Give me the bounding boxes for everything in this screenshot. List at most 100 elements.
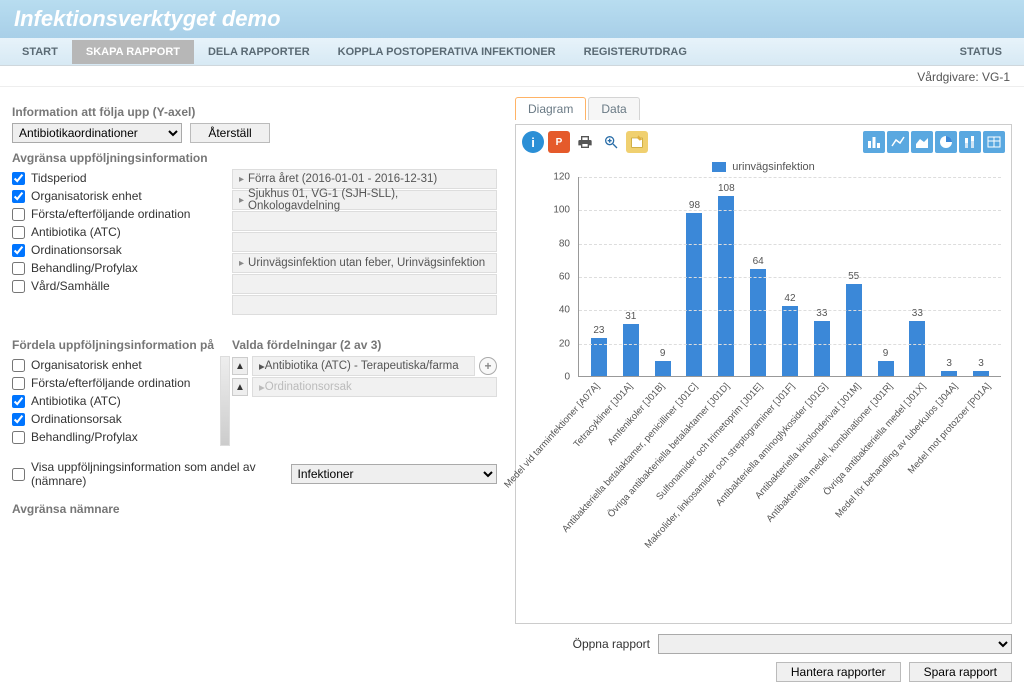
- limit-filter-value[interactable]: ▸: [232, 211, 497, 231]
- nav-dela-rapporter[interactable]: DELA RAPPORTER: [194, 40, 324, 64]
- move-up-icon[interactable]: ▲: [232, 357, 248, 375]
- dist-chosen-header: Valda fördelningar (2 av 3): [232, 338, 497, 352]
- nav-registerutdrag[interactable]: REGISTERUTDRAG: [570, 40, 701, 64]
- note-icon[interactable]: [626, 131, 648, 153]
- limit-filter-value[interactable]: ▸Sjukhus 01, VG-1 (SJH-SLL), Onkologavde…: [232, 190, 497, 210]
- dist-value[interactable]: ▸Ordinationsorsak: [252, 377, 497, 397]
- bar[interactable]: [846, 284, 862, 376]
- x-tick-label: Medel för behandling av tuberkulos [J04A…: [833, 381, 960, 520]
- nav-koppla-postop[interactable]: KOPPLA POSTOPERATIVA INFEKTIONER: [324, 40, 570, 64]
- dist-filter-label: Behandling/Profylax: [31, 430, 138, 444]
- export-ppt-icon[interactable]: P: [548, 131, 570, 153]
- chart-type-pie-icon[interactable]: [935, 131, 957, 153]
- bar[interactable]: [878, 361, 894, 376]
- bar[interactable]: [655, 361, 671, 376]
- limit-filter-checkbox[interactable]: [12, 226, 25, 239]
- bar[interactable]: [623, 324, 639, 376]
- limit-filter-value[interactable]: ▸Förra året (2016-01-01 - 2016-12-31): [232, 169, 497, 189]
- bar[interactable]: [750, 269, 766, 376]
- bar[interactable]: [686, 213, 702, 376]
- dist-value[interactable]: ▸Antibiotika (ATC) - Terapeutiska/farma: [252, 356, 475, 376]
- dist-value-list: ▲▸Antibiotika (ATC) - Terapeutiska/farma…: [232, 356, 497, 446]
- yaxis-select[interactable]: Antibiotikaordinationer: [12, 123, 182, 143]
- app-title: Infektionsverktyget demo: [14, 6, 1010, 32]
- chart-legend: urinvägsinfektion: [522, 161, 1005, 173]
- bar-value-label: 3: [978, 358, 984, 369]
- manage-reports-button[interactable]: Hantera rapporter: [776, 662, 901, 682]
- dist-filter-label: Första/efterföljande ordination: [31, 376, 190, 390]
- nav-start[interactable]: START: [8, 40, 72, 64]
- bar-slot: 33: [901, 321, 933, 376]
- chart-type-table-icon[interactable]: [983, 131, 1005, 153]
- caregiver-label: Vårdgivare: VG-1: [0, 66, 1024, 87]
- yaxis-section-label: Information att följa upp (Y-axel): [12, 105, 497, 119]
- add-dist-icon[interactable]: +: [479, 357, 497, 375]
- bar-slot: 55: [838, 284, 870, 376]
- dist-value-row: ▲▸Antibiotika (ATC) - Terapeutiska/farma…: [232, 356, 497, 376]
- reset-button[interactable]: Återställ: [190, 123, 270, 143]
- dist-filter-checkbox[interactable]: [12, 395, 25, 408]
- dist-filter-row: Ordinationsorsak: [12, 410, 232, 428]
- limit-filter-value[interactable]: ▸: [232, 295, 497, 315]
- chart-type-bar-icon[interactable]: [863, 131, 885, 153]
- limit-filter-checkbox[interactable]: [12, 280, 25, 293]
- limit-value-list: ▸Förra året (2016-01-01 - 2016-12-31)▸Sj…: [232, 169, 497, 316]
- bar[interactable]: [718, 196, 734, 376]
- bar[interactable]: [814, 321, 830, 376]
- app-header: Infektionsverktyget demo: [0, 0, 1024, 38]
- dist-filter-label: Organisatorisk enhet: [31, 358, 142, 372]
- chart-type-stacked-icon[interactable]: [959, 131, 981, 153]
- y-tick: 100: [553, 205, 570, 216]
- bar[interactable]: [941, 371, 957, 376]
- limit-filter-label: Behandling/Profylax: [31, 261, 138, 275]
- move-up-icon[interactable]: ▲: [232, 378, 248, 396]
- limit-filter-value[interactable]: ▸: [232, 232, 497, 252]
- bar[interactable]: [782, 306, 798, 376]
- print-icon[interactable]: [574, 131, 596, 153]
- limit-filter-value-text: Förra året (2016-01-01 - 2016-12-31): [248, 173, 437, 185]
- limit-filter-checkbox[interactable]: [12, 172, 25, 185]
- bar-slot: 3: [933, 371, 965, 376]
- share-checkbox-label: Visa uppföljningsinformation som andel a…: [31, 460, 285, 488]
- limit-filter-checkbox[interactable]: [12, 244, 25, 257]
- limit-filter-value[interactable]: ▸: [232, 274, 497, 294]
- zoom-icon[interactable]: [600, 131, 622, 153]
- limit-filter-checkbox[interactable]: [12, 208, 25, 221]
- dist-filter-row: Organisatorisk enhet: [12, 356, 232, 374]
- open-report-select[interactable]: [658, 634, 1012, 654]
- bar[interactable]: [973, 371, 989, 376]
- dist-filter-row: Första/efterföljande ordination: [12, 374, 232, 392]
- dist-filter-label: Antibiotika (ATC): [31, 394, 121, 408]
- chart-type-area-icon[interactable]: [911, 131, 933, 153]
- limit-filter-value-text: Urinvägsinfektion utan feber, Urinvägsin…: [248, 257, 485, 269]
- limit-filter-checkbox[interactable]: [12, 190, 25, 203]
- dist-filter-checkbox[interactable]: [12, 359, 25, 372]
- bar[interactable]: [909, 321, 925, 376]
- share-checkbox[interactable]: [12, 468, 25, 481]
- scrollbar-hint[interactable]: [220, 356, 230, 446]
- share-select[interactable]: Infektioner: [291, 464, 497, 484]
- limit-filter-checkbox[interactable]: [12, 262, 25, 275]
- dist-filter-checkbox[interactable]: [12, 377, 25, 390]
- left-panel: Information att följa upp (Y-axel) Antib…: [12, 97, 497, 682]
- limit-filter-value[interactable]: ▸Urinvägsinfektion utan feber, Urinvägsi…: [232, 253, 497, 273]
- limit-filter-row: Vård/Samhälle: [12, 277, 232, 295]
- limit-filter-row: Ordinationsorsak: [12, 241, 232, 259]
- limit-header: Avgränsa uppföljningsinformation: [12, 151, 497, 165]
- tab-diagram[interactable]: Diagram: [515, 97, 586, 120]
- chart-type-line-icon[interactable]: [887, 131, 909, 153]
- nav-status[interactable]: STATUS: [946, 40, 1016, 64]
- save-report-button[interactable]: Spara rapport: [909, 662, 1012, 682]
- dist-value-row: ▲▸Ordinationsorsak: [232, 377, 497, 397]
- x-tick-label: Amfenikoler [J01B]: [606, 381, 668, 448]
- limit-filter-label: Ordinationsorsak: [31, 243, 122, 257]
- nav-skapa-rapport[interactable]: SKAPA RAPPORT: [72, 40, 194, 64]
- tab-data[interactable]: Data: [588, 97, 639, 120]
- dist-filter-checkbox[interactable]: [12, 413, 25, 426]
- limit-filter-row: Antibiotika (ATC): [12, 223, 232, 241]
- grid-line: [579, 177, 1001, 178]
- dist-filter-checkbox[interactable]: [12, 431, 25, 444]
- limit-filter-row: Tidsperiod: [12, 169, 232, 187]
- y-tick: 60: [559, 272, 570, 283]
- info-icon[interactable]: i: [522, 131, 544, 153]
